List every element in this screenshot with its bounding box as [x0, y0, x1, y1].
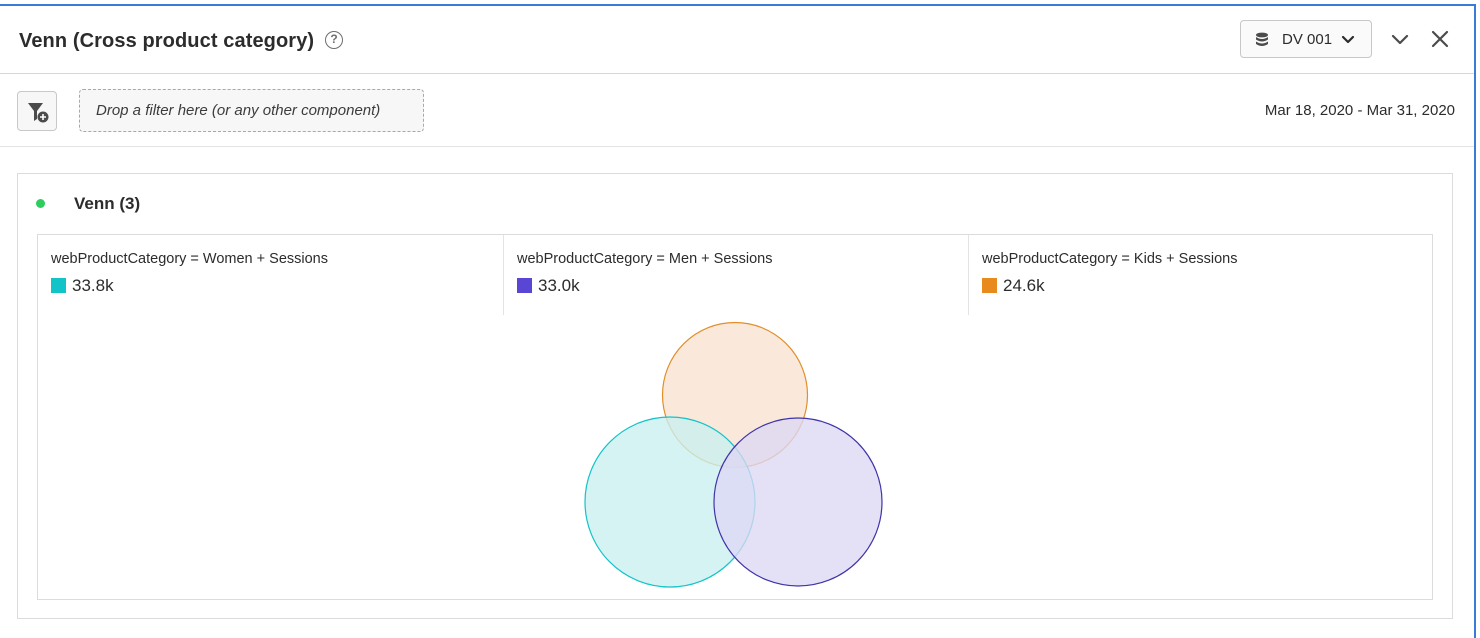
chevron-down-icon: [1391, 34, 1409, 45]
panel-filter-bar: Drop a filter here (or any other compone…: [0, 74, 1474, 147]
venn-visualization-card: Venn (3) webProductCategory = Women + Se…: [17, 173, 1453, 619]
add-filter-button[interactable]: [17, 91, 57, 131]
database-icon: [1255, 32, 1269, 52]
panel-title: Venn (Cross product category): [19, 30, 315, 52]
date-range[interactable]: Mar 18, 2020 - Mar 31, 2020: [1265, 102, 1455, 119]
chevron-down-icon: [1341, 33, 1355, 51]
help-circle-icon[interactable]: ?: [325, 31, 343, 49]
data-view-select[interactable]: DV 001: [1240, 20, 1372, 58]
visualization-title[interactable]: Venn (3): [74, 194, 140, 214]
filter-add-icon: [28, 103, 49, 123]
freeform-panel: Venn (Cross product category) ? DV 001 D…: [0, 4, 1476, 638]
venn-circle-men[interactable]: [713, 417, 883, 587]
venn-chart-area: webProductCategory = Women + Sessions 33…: [37, 234, 1433, 600]
data-view-label: DV 001: [1282, 31, 1333, 48]
collapse-panel-button[interactable]: [1390, 29, 1410, 49]
close-panel-button[interactable]: [1430, 29, 1450, 49]
panel-header: Venn (Cross product category) ? DV 001: [0, 6, 1474, 74]
status-dot: [36, 199, 45, 208]
close-icon: [1431, 30, 1449, 48]
venn-diagram: [584, 321, 883, 588]
filter-drop-zone[interactable]: Drop a filter here (or any other compone…: [79, 89, 424, 132]
